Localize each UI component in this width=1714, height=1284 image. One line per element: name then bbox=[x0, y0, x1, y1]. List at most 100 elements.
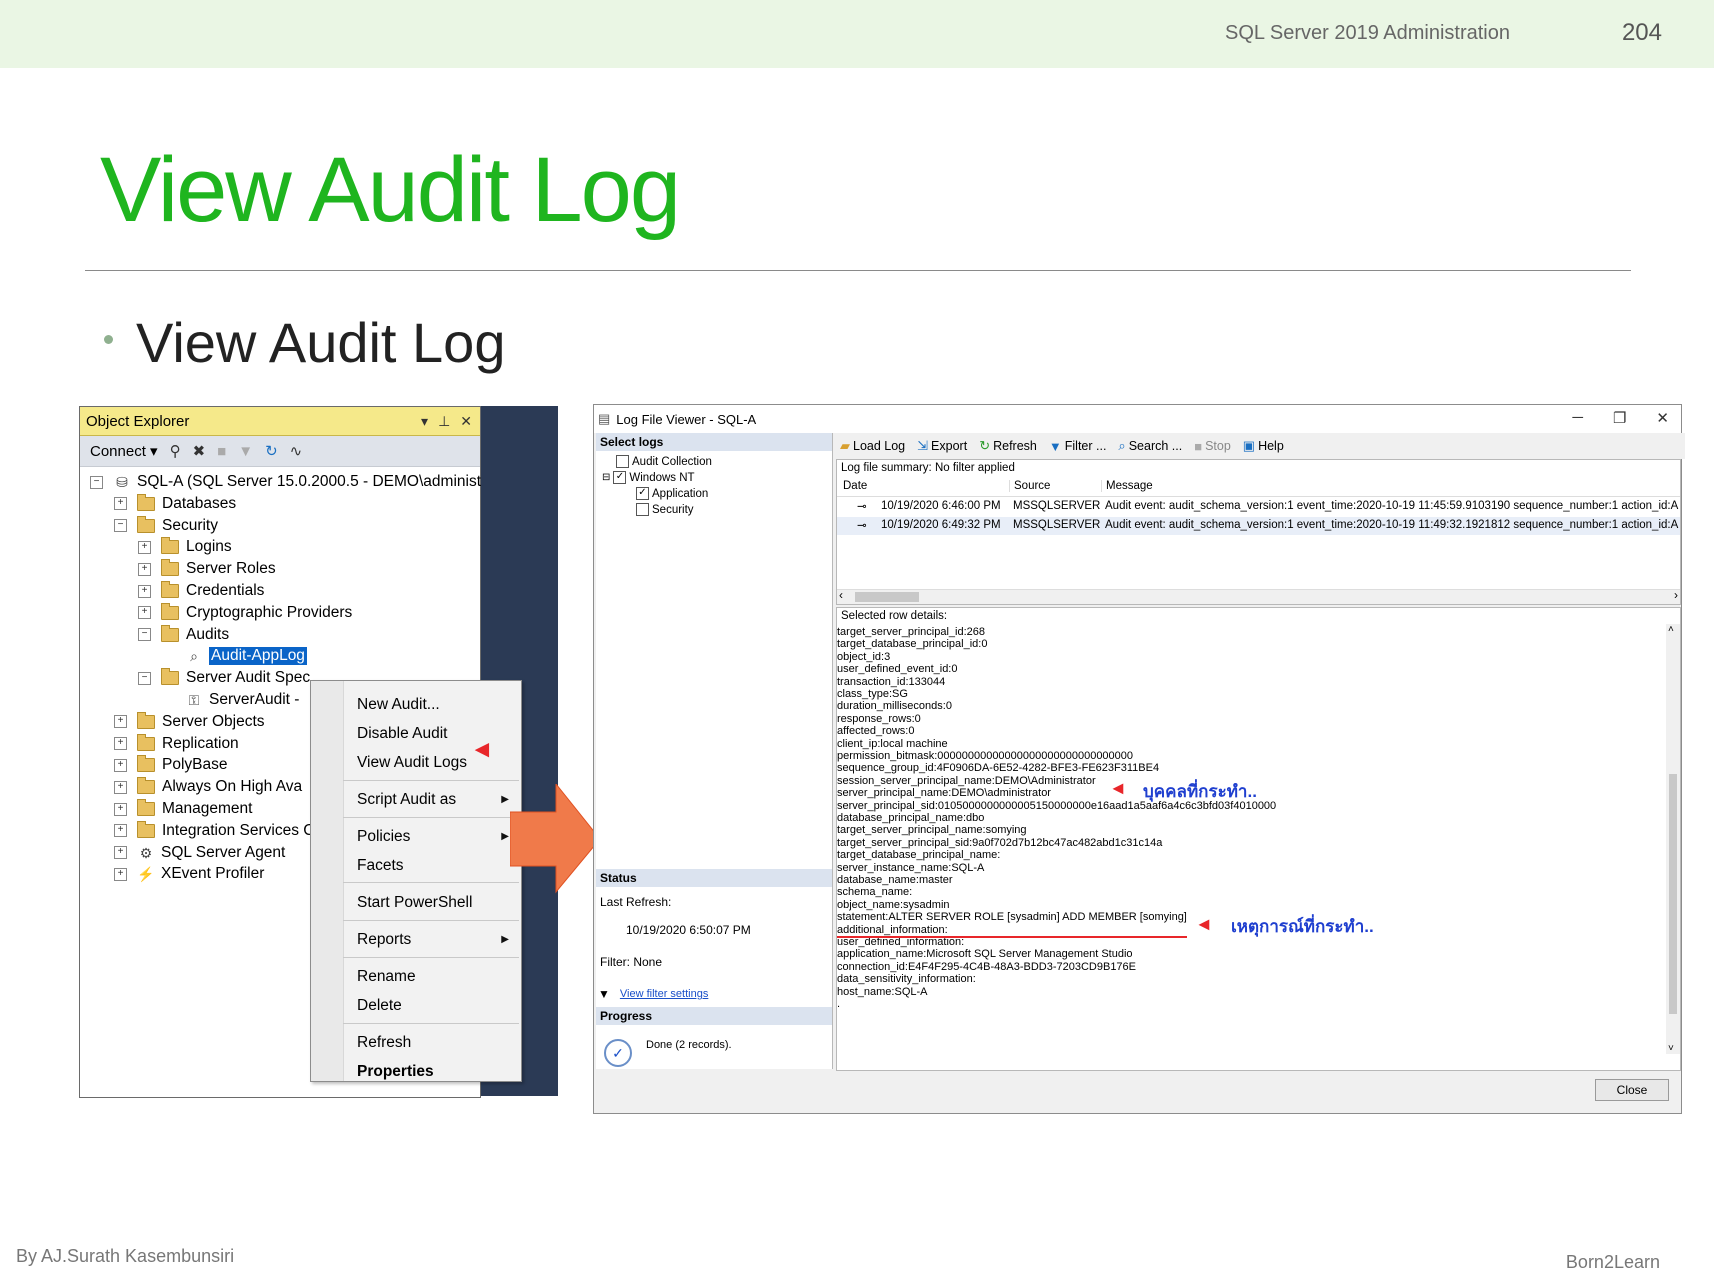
close-icon[interactable]: ✕ bbox=[460, 413, 472, 430]
refresh-button[interactable]: ↻ Refresh bbox=[979, 438, 1037, 454]
expand-icon[interactable]: + bbox=[138, 606, 151, 620]
scroll-left-icon[interactable]: ‹ bbox=[839, 588, 843, 602]
tree-item[interactable]: + Always On High Ava bbox=[114, 776, 302, 798]
column-message[interactable]: Message bbox=[1101, 480, 1153, 492]
collapse-icon[interactable]: − bbox=[138, 671, 151, 685]
expand-icon[interactable]: + bbox=[114, 497, 127, 511]
tree-item[interactable]: + Server Objects bbox=[114, 711, 265, 733]
tree-item[interactable]: + Logins bbox=[138, 536, 232, 558]
tree-item[interactable]: − Server Audit Spec bbox=[138, 667, 310, 689]
menu-item-rename[interactable]: Rename bbox=[357, 965, 507, 989]
menu-item-script-audit-as[interactable]: Script Audit as bbox=[357, 788, 507, 812]
vertical-thumb[interactable] bbox=[1669, 774, 1677, 1014]
tree-item-label: XEvent Profiler bbox=[161, 865, 265, 883]
log-item-windows-nt[interactable]: ⊟ ✓ Windows NT bbox=[602, 471, 695, 484]
filter-button[interactable]: ▼ Filter ... bbox=[1049, 439, 1107, 454]
expand-icon[interactable]: + bbox=[114, 802, 127, 816]
activity-monitor-icon[interactable]: ∿ bbox=[290, 442, 303, 460]
menu-item-reports[interactable]: Reports bbox=[357, 928, 507, 952]
tree-item[interactable]: + Server Roles bbox=[138, 558, 276, 580]
collapse-icon[interactable]: − bbox=[114, 519, 127, 533]
disconnect-icon[interactable]: ✖ bbox=[193, 442, 206, 460]
expand-icon[interactable]: + bbox=[114, 846, 127, 860]
tree-item[interactable]: + PolyBase bbox=[114, 754, 227, 776]
menu-item-properties[interactable]: Properties bbox=[357, 1060, 507, 1084]
last-refresh-value: 10/19/2020 6:50:07 PM bbox=[626, 923, 751, 937]
menu-item-delete[interactable]: Delete bbox=[357, 994, 507, 1018]
expand-icon[interactable]: + bbox=[114, 780, 127, 794]
scrollbar-thumb[interactable] bbox=[855, 592, 919, 602]
export-button[interactable]: ⇲ Export bbox=[917, 438, 967, 454]
server-icon: ⛁ bbox=[116, 474, 128, 490]
log-item-security[interactable]: Security bbox=[636, 503, 694, 516]
restore-icon[interactable]: ❐ bbox=[1613, 409, 1626, 427]
load-log-button[interactable]: ▰ Load Log bbox=[840, 438, 905, 454]
checkbox-audit-collection[interactable] bbox=[616, 455, 629, 468]
checkbox-windows-nt[interactable]: ✓ bbox=[613, 471, 627, 484]
refresh-icon[interactable]: ↻ bbox=[265, 442, 278, 460]
expand-icon[interactable]: + bbox=[138, 562, 151, 576]
connect-plug-icon[interactable]: ⚲ bbox=[170, 442, 181, 460]
tree-item[interactable]: + ⚡ XEvent Profiler bbox=[114, 863, 264, 885]
cell-date: 10/19/2020 6:46:00 PM bbox=[881, 500, 1001, 512]
view-filter-settings[interactable]: ▼ View filter settings bbox=[598, 987, 708, 1001]
dropdown-icon[interactable]: ▾ bbox=[421, 413, 428, 430]
stop-button[interactable]: ■ Stop bbox=[1194, 439, 1231, 454]
menu-item-start-powershell[interactable]: Start PowerShell bbox=[357, 891, 507, 915]
column-date[interactable]: Date bbox=[843, 480, 867, 492]
help-button[interactable]: ▣ Help bbox=[1243, 438, 1284, 454]
expand-icon[interactable]: + bbox=[114, 737, 127, 751]
tree-item[interactable]: + Credentials bbox=[138, 580, 264, 602]
tree-item[interactable]: − ⛁ SQL-A (SQL Server 15.0.2000.5 - DEMO\a… bbox=[90, 471, 481, 493]
detail-line: target_server_principal_sid:9a0f702d7b12… bbox=[837, 836, 1163, 849]
cell-source: MSSQLSERVER bbox=[1013, 519, 1101, 531]
collapse-icon[interactable]: ⊟ bbox=[602, 472, 610, 483]
scroll-right-icon[interactable]: › bbox=[1674, 588, 1678, 602]
pin-icon[interactable]: ⊥ bbox=[438, 413, 450, 430]
table-row[interactable]: ⊸ 10/19/2020 6:46:00 PM MSSQLSERVER Audit e… bbox=[837, 498, 1680, 516]
collapse-icon[interactable]: − bbox=[138, 628, 151, 642]
expand-icon[interactable]: + bbox=[114, 758, 127, 772]
menu-item-new-audit[interactable]: New Audit... bbox=[357, 693, 507, 717]
filter-icon[interactable]: ▼ bbox=[238, 443, 253, 460]
table-row[interactable]: ⊸ 10/19/2020 6:49:32 PM MSSQLSERVER Audit e… bbox=[837, 517, 1680, 535]
column-source[interactable]: Source bbox=[1009, 480, 1050, 492]
collapse-icon[interactable]: − bbox=[90, 475, 103, 489]
checkbox-application[interactable]: ✓ bbox=[636, 487, 649, 500]
expand-icon[interactable]: + bbox=[114, 867, 127, 881]
vertical-scrollbar[interactable]: ˄ ˅ bbox=[1666, 624, 1680, 1054]
log-item-audit-collection[interactable]: Audit Collection bbox=[616, 455, 712, 468]
scroll-down-icon[interactable]: ˅ bbox=[1668, 1043, 1674, 1054]
expand-icon[interactable]: + bbox=[114, 824, 127, 838]
tree-item[interactable]: + Replication bbox=[114, 733, 239, 755]
scroll-up-icon[interactable]: ˄ bbox=[1668, 624, 1674, 635]
menu-item-facets[interactable]: Facets bbox=[357, 854, 507, 878]
tree-item[interactable]: + Cryptographic Providers bbox=[138, 602, 352, 624]
tree-item[interactable]: + Integration Services C bbox=[114, 820, 315, 842]
menu-item-policies[interactable]: Policies bbox=[357, 825, 507, 849]
connect-button[interactable]: Connect ▾ bbox=[90, 442, 158, 460]
minimize-icon[interactable]: ─ bbox=[1572, 409, 1583, 427]
brand: Born2Learn bbox=[1565, 1252, 1660, 1272]
tree-item-label: ServerAudit - bbox=[209, 691, 300, 708]
search-button[interactable]: ⌕ Search ... bbox=[1118, 438, 1182, 454]
horizontal-scrollbar[interactable]: ‹ › bbox=[837, 588, 1680, 604]
tree-item[interactable]: − Audits bbox=[138, 624, 229, 646]
tree-item[interactable]: + Management bbox=[114, 798, 252, 820]
detail-line: connection_id:E4F4F295-4C4B-48A3-BDD3-72… bbox=[837, 960, 1137, 973]
stop-icon[interactable]: ■ bbox=[217, 443, 226, 460]
close-button[interactable]: Close bbox=[1595, 1079, 1669, 1101]
log-item-application[interactable]: ✓ Application bbox=[636, 487, 708, 500]
menu-item-refresh[interactable]: Refresh bbox=[357, 1031, 507, 1055]
log-viewer-title: Log File Viewer - SQL-A bbox=[616, 411, 757, 427]
tree-item[interactable]: − Security bbox=[114, 515, 218, 537]
window-close-icon[interactable]: ✕ bbox=[1656, 409, 1669, 427]
expand-icon[interactable]: + bbox=[114, 715, 127, 729]
tree-item[interactable]: ⚿ ServerAudit - bbox=[162, 689, 300, 711]
tree-item[interactable]: ⌕ Audit-AppLog bbox=[162, 645, 307, 667]
checkbox-security[interactable] bbox=[636, 503, 649, 516]
tree-item[interactable]: + Databases bbox=[114, 493, 236, 515]
expand-icon[interactable]: + bbox=[138, 584, 151, 598]
expand-icon[interactable]: + bbox=[138, 540, 151, 554]
tree-item[interactable]: + ⚙ SQL Server Agent bbox=[114, 842, 285, 864]
